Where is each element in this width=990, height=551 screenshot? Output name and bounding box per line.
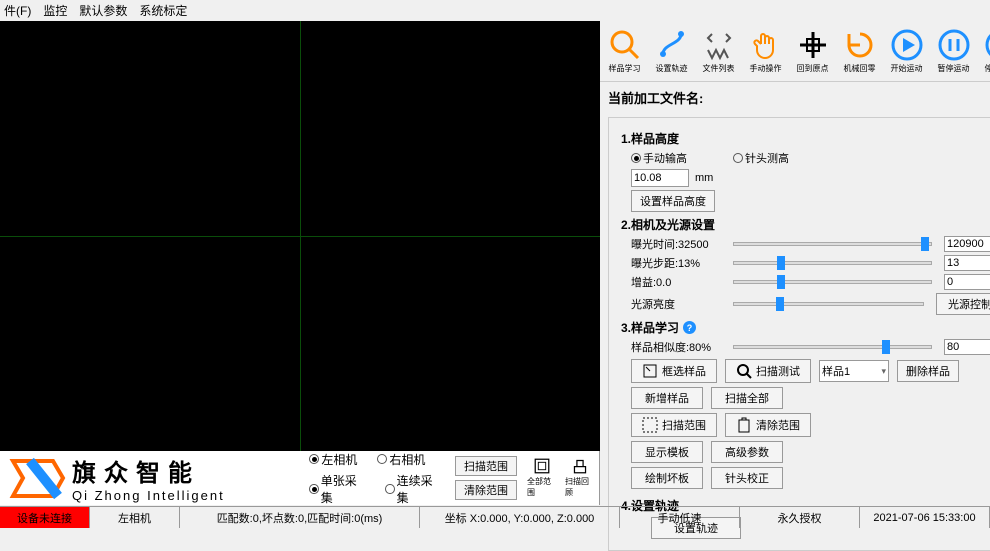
similarity-label: 样品相似度:80% [631,339,721,355]
tool-file-list[interactable]: 文件列表 [696,23,741,79]
menu-defaults[interactable]: 默认参数 [79,2,127,19]
toolbar: 样品学习设置轨迹文件列表手动操作回到原点机械回零开始运动暂停运动停止运动 [600,21,990,82]
clear-range-button-2[interactable]: 清除范围 [725,413,811,437]
tool-back-origin[interactable]: 回到原点 [790,23,835,79]
scan-range-button-2[interactable]: 扫描范围 [631,413,717,437]
step1-title: 1.样品高度 [621,130,990,147]
exposure-time-label: 曝光时间:32500 [631,236,721,252]
radio-needle-height[interactable]: 针头测高 [733,150,789,166]
radio-cam-right[interactable]: 右相机 [377,451,425,468]
gain-label: 增益:0.0 [631,274,721,290]
set-height-button[interactable]: 设置样品高度 [631,190,715,212]
clear-range-button[interactable]: 清除范围 [455,480,517,500]
step3-title: 3.样品学习? [621,319,990,336]
menubar: 件(F) 监控 默认参数 系统标定 [0,0,990,21]
status-coord: 坐标 X:0.000, Y:0.000, Z:0.000 [420,507,620,528]
scan-test-button[interactable]: 扫描测试 [725,359,811,383]
tool-start-run[interactable]: 开始运动 [884,23,929,79]
scan-frame-icon[interactable]: 扫描回顾 [565,458,595,498]
statusbar: 设备未连接 左相机 匹配数:0,坏点数:0,匹配时间:0(ms) 坐标 X:0.… [0,506,990,528]
tool-set-track[interactable]: 设置轨迹 [649,23,694,79]
select-sample-button[interactable]: 框选样品 [631,359,717,383]
exposure-step-label: 曝光步距:13% [631,255,721,271]
radio-cont-capture[interactable]: 连续采集 [385,472,441,506]
status-match: 匹配数:0,坏点数:0,匹配时间:0(ms) [180,507,420,528]
status-speed: 手动低速 [620,507,740,528]
radio-single-capture[interactable]: 单张采集 [309,472,365,506]
logo: 旗众智能 Qi Zhong Intelligent [0,453,301,503]
status-auth: 永久授权 [740,507,860,528]
full-range-icon[interactable]: 全部范围 [527,458,557,498]
height-input[interactable] [631,169,689,187]
tool-sample-learn[interactable]: 样品学习 [602,23,647,79]
radio-manual-height[interactable]: 手动输高 [631,150,687,166]
tool-stop-run[interactable]: 停止运动 [978,23,990,79]
light-slider[interactable] [733,302,924,306]
sample-combo[interactable]: 样品1 [819,360,889,382]
similarity-slider[interactable] [733,345,932,349]
light-label: 光源亮度 [631,296,721,312]
status-connection: 设备未连接 [0,507,90,528]
scan-range-button[interactable]: 扫描范围 [455,456,517,476]
delete-sample-button[interactable]: 删除样品 [897,360,959,382]
adv-param-button[interactable]: 高级参数 [711,441,783,463]
status-time: 2021-07-06 15:33:00 [860,507,990,528]
crosshair-v [300,21,301,451]
light-control-button[interactable]: 光源控制 [936,293,990,315]
help-icon[interactable]: ? [683,321,696,334]
draw-bad-button[interactable]: 绘制坏板 [631,467,703,489]
step2-title: 2.相机及光源设置 [621,216,990,233]
menu-file[interactable]: 件(F) [4,2,31,19]
similarity-value[interactable] [944,339,990,355]
gain-slider[interactable] [733,280,932,284]
exposure-step-slider[interactable] [733,261,932,265]
menu-sys-calib[interactable]: 系统标定 [139,2,187,19]
status-camera: 左相机 [90,507,180,528]
new-sample-button[interactable]: 新增样品 [631,387,703,409]
tool-manual-op[interactable]: 手动操作 [743,23,788,79]
current-file-label: 当前加工文件名: [600,82,990,113]
tool-machine-zero[interactable]: 机械回零 [837,23,882,79]
needle-calib-button[interactable]: 针头校正 [711,467,783,489]
logo-cn: 旗众智能 [72,453,225,488]
exposure-time-value[interactable] [944,236,990,252]
tool-pause-run[interactable]: 暂停运动 [931,23,976,79]
camera-viewport[interactable] [0,21,600,451]
exposure-step-value[interactable] [944,255,990,271]
panel-steps: 1.样品高度 手动输高 针头测高 mm 设置样品高度 2.相机及光源设置 曝光时… [608,117,990,551]
gain-value[interactable] [944,274,990,290]
radio-cam-left[interactable]: 左相机 [309,451,357,468]
logo-en: Qi Zhong Intelligent [72,488,225,503]
exposure-time-slider[interactable] [733,242,932,246]
menu-monitor[interactable]: 监控 [43,2,67,19]
height-unit: mm [695,172,713,184]
scan-all-button[interactable]: 扫描全部 [711,387,783,409]
show-template-button[interactable]: 显示模板 [631,441,703,463]
